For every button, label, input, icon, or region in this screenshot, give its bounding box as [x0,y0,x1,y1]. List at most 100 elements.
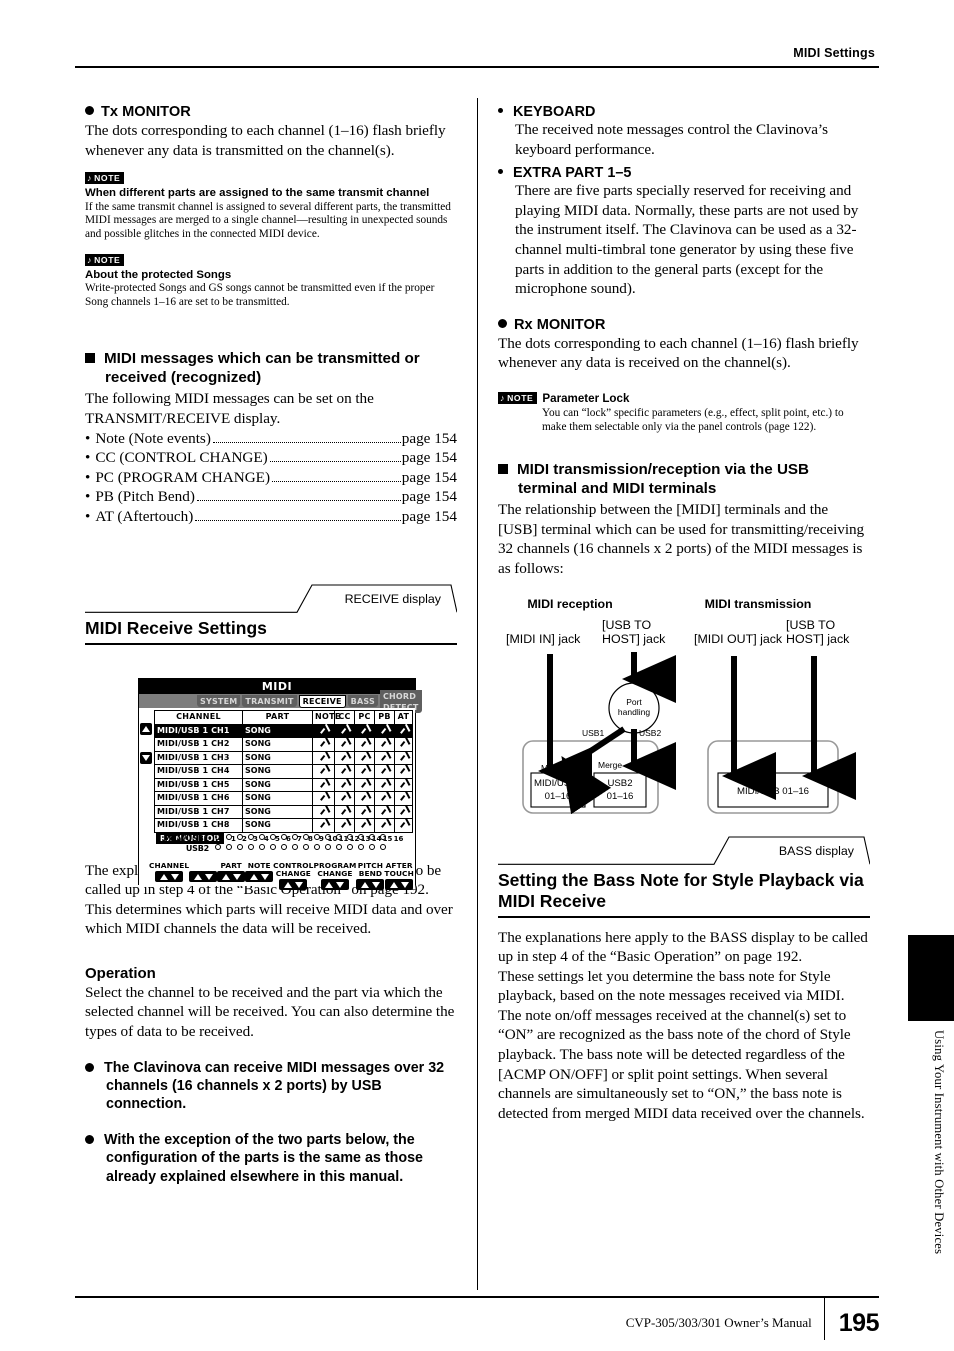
triangle-down-icon[interactable] [336,881,345,888]
cell-check-at[interactable] [394,791,413,806]
table-row[interactable]: MIDI/USB 1 CH1 SONG [154,723,413,738]
cell-check-pb[interactable] [374,737,395,752]
table-row[interactable]: MIDI/USB 1 CH3 SONG [154,750,413,765]
cell-check-pc[interactable] [354,737,375,752]
table-row[interactable]: MIDI/USB 1 CH8 SONG [154,818,413,833]
cell-check-pb[interactable] [374,804,395,819]
cell-channel[interactable]: MIDI/USB 1 CH7 [154,804,243,819]
cell-part[interactable]: SONG [242,723,313,738]
operation-heading: Operation [85,964,156,982]
cell-check-at[interactable] [394,777,413,792]
cell-check-at[interactable] [394,737,413,752]
cell-channel[interactable]: MIDI/USB 1 CH2 [154,737,243,752]
triangle-up-icon[interactable] [221,873,230,880]
cell-check-cc[interactable] [334,777,355,792]
cell-check-cc[interactable] [334,764,355,779]
cell-check-at[interactable] [394,818,413,833]
cell-check-note[interactable] [312,818,335,833]
cell-check-note[interactable] [312,764,335,779]
triangle-up-icon[interactable] [360,881,369,888]
cell-check-pb[interactable] [374,750,395,765]
table-row[interactable]: MIDI/USB 1 CH2 SONG [154,737,413,752]
cell-part[interactable]: SONG [242,737,313,752]
table-row[interactable]: MIDI/USB 1 CH7 SONG [154,804,413,819]
triangle-up-icon[interactable] [283,881,292,888]
lcd-tab-system[interactable]: SYSTEM [197,695,241,707]
triangle-up-icon[interactable] [249,873,258,880]
cell-check-pc[interactable] [354,723,375,738]
triangle-down-icon[interactable] [371,881,380,888]
cell-check-pb[interactable] [374,791,395,806]
cell-check-pb[interactable] [374,764,395,779]
lcd-tab-transmit[interactable]: TRANSMIT [242,695,297,707]
cell-check-at[interactable] [394,750,413,765]
cell-part[interactable]: SONG [242,804,313,819]
table-row[interactable]: MIDI/USB 1 CH6 SONG [154,791,413,806]
table-row[interactable]: MIDI/USB 1 CH4 SONG [154,764,413,779]
cell-check-at[interactable] [394,804,413,819]
list-item-label: PB (Pitch Bend) [95,488,195,506]
lcd-updown-button[interactable] [356,879,385,890]
scroll-up-button[interactable] [140,723,152,735]
lcd-updown-button[interactable] [155,871,184,882]
cell-check-pb[interactable] [374,777,395,792]
lcd-updown-button[interactable] [217,871,246,882]
cell-check-pb[interactable] [374,723,395,738]
cell-check-cc[interactable] [334,818,355,833]
cell-check-pc[interactable] [354,777,375,792]
cell-channel[interactable]: MIDI/USB 1 CH1 [154,723,243,738]
cell-check-cc[interactable] [334,804,355,819]
lcd-footer-button-label: PART [220,861,242,870]
lcd-updown-button[interactable] [279,879,308,890]
cell-channel[interactable]: MIDI/USB 1 CH4 [154,764,243,779]
cell-check-cc[interactable] [334,737,355,752]
cell-part[interactable]: SONG [242,818,313,833]
lcd-updown-button[interactable] [245,871,274,882]
cell-part[interactable]: SONG [242,777,313,792]
cell-check-note[interactable] [312,791,335,806]
lcd-tab-receive[interactable]: RECEIVE [298,694,346,708]
cell-check-note[interactable] [312,777,335,792]
table-row[interactable]: MIDI/USB 1 CH5 SONG [154,777,413,792]
cell-check-at[interactable] [394,764,413,779]
scroll-down-button[interactable] [140,752,152,764]
lcd-tab-bass[interactable]: BASS [347,695,378,707]
cell-part[interactable]: SONG [242,750,313,765]
triangle-up-icon[interactable] [193,873,202,880]
triangle-down-icon[interactable] [232,873,241,880]
cell-check-pc[interactable] [354,791,375,806]
cell-check-note[interactable] [312,723,335,738]
cell-check-cc[interactable] [334,723,355,738]
triangle-down-icon[interactable] [294,881,303,888]
cell-check-pb[interactable] [374,818,395,833]
triangle-up-icon[interactable] [389,881,398,888]
cell-check-note[interactable] [312,737,335,752]
cell-check-at[interactable] [394,723,413,738]
cell-check-note[interactable] [312,804,335,819]
triangle-down-icon[interactable] [400,881,409,888]
cell-part[interactable]: SONG [242,791,313,806]
cell-check-pc[interactable] [354,750,375,765]
triangle-down-icon[interactable] [260,873,269,880]
cell-check-note[interactable] [312,750,335,765]
cell-channel[interactable]: MIDI/USB 1 CH3 [154,750,243,765]
cell-check-cc[interactable] [334,750,355,765]
lcd-updown-button[interactable] [385,879,414,890]
cell-part[interactable]: SONG [242,764,313,779]
cell-check-cc[interactable] [334,791,355,806]
bullet-icon: • [85,507,91,525]
lcd-title-bar: MIDI [139,679,415,694]
cell-check-pc[interactable] [354,804,375,819]
monitor-dot-icon [280,834,287,840]
cell-channel[interactable]: MIDI/USB 1 CH6 [154,791,243,806]
lcd-updown-button[interactable] [320,879,349,890]
cell-channel[interactable]: MIDI/USB 1 CH5 [154,777,243,792]
cell-check-pc[interactable] [354,818,375,833]
triangle-down-icon[interactable] [204,873,213,880]
cell-check-pc[interactable] [354,764,375,779]
triangle-up-icon[interactable] [159,873,168,880]
triangle-down-icon[interactable] [170,873,179,880]
cell-channel[interactable]: MIDI/USB 1 CH8 [154,818,243,833]
lcd-updown-button[interactable] [189,871,218,882]
triangle-up-icon[interactable] [325,881,334,888]
